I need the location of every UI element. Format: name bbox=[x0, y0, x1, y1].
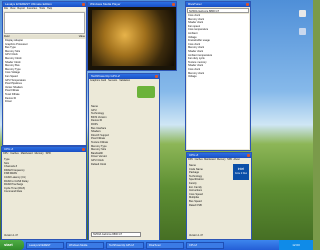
tab-caches[interactable]: Caches bbox=[195, 158, 203, 162]
window-title: Windows Media Player bbox=[90, 2, 121, 6]
header-value[interactable]: Value bbox=[79, 35, 85, 39]
taskbar-item[interactable]: CPU-Z bbox=[186, 241, 224, 249]
close-icon[interactable] bbox=[247, 154, 250, 157]
field-label: Rated FSB bbox=[189, 203, 202, 207]
gpuz-window: TechPowerUp GPU-Z Graphics Card Sensors … bbox=[88, 73, 160, 241]
taskbar: start Lavalys EVEREST Windows Media Tech… bbox=[0, 240, 313, 250]
video-display[interactable] bbox=[92, 10, 174, 66]
cpuz-cpu-tabs: CPU Caches Mainboard Memory SPD About bbox=[187, 158, 251, 162]
tab-cpu[interactable]: CPU bbox=[3, 152, 8, 156]
window-title: CPU-Z bbox=[4, 147, 14, 151]
close-icon[interactable] bbox=[172, 3, 175, 6]
cpuz-cpu-title-bar[interactable]: CPU-Z bbox=[187, 153, 251, 158]
gpuz-fields: Name GPU Technology BIOS Version Device ID RO… bbox=[89, 105, 159, 166]
tab-about[interactable]: About bbox=[234, 158, 240, 162]
rivatuner-title-bar[interactable]: RivaTuner bbox=[186, 2, 250, 7]
tab-spd[interactable]: SPD bbox=[46, 152, 51, 156]
rivatuner-header: NVIDIA GeForce 8800 GT bbox=[187, 8, 249, 13]
menu-help[interactable]: Help bbox=[47, 7, 52, 11]
everest-list: Display Adapter Graphics Processor Bus Typ… bbox=[4, 39, 85, 145]
gpuz-tabs: Graphics Card Sensors Validation bbox=[89, 79, 159, 83]
version-label: Version 1.47 bbox=[189, 234, 203, 237]
taskbar-item[interactable]: Windows Media bbox=[66, 241, 104, 249]
media-title-bar[interactable]: Windows Media Player bbox=[88, 2, 176, 7]
tab-graphics-card[interactable]: Graphics Card bbox=[90, 79, 106, 83]
window-title: TechPowerUp GPU-Z bbox=[91, 74, 120, 78]
system-tray-clock[interactable]: 12:00 bbox=[279, 240, 313, 250]
intel-logo: intel Core 2 Duo bbox=[233, 164, 249, 180]
desktop-icon[interactable] bbox=[299, 10, 306, 17]
everest-toolbar-area bbox=[4, 12, 85, 34]
tab-mainboard[interactable]: Mainboard bbox=[204, 158, 215, 162]
field-label: Default Clock bbox=[91, 162, 107, 166]
version-label: Version 1.47 bbox=[4, 234, 18, 237]
item-label: Voltage bbox=[188, 75, 197, 79]
close-icon[interactable] bbox=[82, 148, 85, 151]
desktop-icon[interactable] bbox=[299, 28, 306, 35]
close-icon[interactable] bbox=[82, 3, 85, 6]
field-row[interactable]: Command Rate bbox=[3, 190, 85, 194]
everest-window: Lavalys EVEREST Ultimate Edition File Vi… bbox=[2, 1, 87, 146]
taskbar-item[interactable]: RivaTuner bbox=[146, 241, 184, 249]
menu-favorites[interactable]: Favorites bbox=[27, 7, 37, 11]
close-icon[interactable] bbox=[246, 3, 249, 6]
gpuz-title-bar[interactable]: TechPowerUp GPU-Z bbox=[89, 74, 159, 79]
taskbar-item[interactable]: Lavalys EVEREST bbox=[26, 241, 64, 249]
brand-label: intel bbox=[237, 167, 245, 171]
tab-memory[interactable]: Memory bbox=[35, 152, 44, 156]
everest-title-bar[interactable]: Lavalys EVEREST Ultimate Edition bbox=[3, 2, 86, 7]
field-row[interactable]: Driver bbox=[4, 100, 85, 104]
field-label: Driver bbox=[5, 100, 12, 104]
tab-cpu[interactable]: CPU bbox=[188, 158, 193, 162]
media-player-window: Windows Media Player bbox=[87, 1, 177, 71]
rivatuner-list: Core clock Memory clock Shader clock Fan sp… bbox=[187, 14, 249, 149]
tab-mainboard[interactable]: Mainboard bbox=[21, 152, 33, 156]
field-label: Command Rate bbox=[4, 190, 23, 194]
rivatuner-window: RivaTuner NVIDIA GeForce 8800 GT Core cl… bbox=[185, 1, 251, 151]
memory-fields: Type Size Channels # DRAM Frequency FSB:DRAM… bbox=[2, 156, 86, 196]
window-title: Lavalys EVEREST Ultimate Edition bbox=[5, 2, 52, 6]
tab-caches[interactable]: Caches bbox=[10, 152, 18, 156]
menu-file[interactable]: File bbox=[4, 7, 8, 11]
tab-spd[interactable]: SPD bbox=[227, 158, 232, 162]
cpuz-cpu-window: CPU-Z CPU Caches Mainboard Memory SPD Ab… bbox=[186, 152, 252, 240]
nvidia-logo bbox=[137, 86, 155, 98]
taskbar-item[interactable]: TechPowerUp GPU-Z bbox=[106, 241, 144, 249]
menu-report[interactable]: Report bbox=[17, 7, 25, 11]
start-button[interactable]: start bbox=[0, 240, 24, 250]
window-title: CPU-Z bbox=[189, 153, 199, 157]
cpuz-memory-window: CPU-Z CPU Caches Mainboard Memory SPD Ty… bbox=[1, 146, 87, 240]
window-title: RivaTuner bbox=[188, 2, 202, 6]
cpu-fields: Name Code Name Package Technology Specificat… bbox=[187, 162, 233, 209]
close-icon[interactable] bbox=[155, 75, 158, 78]
field-row[interactable]: Default Clock bbox=[90, 163, 158, 167]
brand-sub-label: Core 2 Duo bbox=[234, 172, 248, 175]
tab-sensors[interactable]: Sensors bbox=[108, 79, 117, 83]
menu-bar: File View Report Favorites Tools Help bbox=[3, 7, 86, 11]
rivatuner-item[interactable]: Voltage bbox=[187, 75, 249, 79]
cpuz-mem-title-bar[interactable]: CPU-Z bbox=[2, 147, 86, 152]
card-select[interactable]: NVIDIA GeForce 8800 GT bbox=[91, 232, 141, 237]
tab-validation[interactable]: Validation bbox=[119, 79, 130, 83]
tab-memory[interactable]: Memory bbox=[217, 158, 226, 162]
menu-tools[interactable]: Tools bbox=[39, 7, 45, 11]
menu-view[interactable]: View bbox=[10, 7, 15, 11]
field-row[interactable]: Rated FSB bbox=[188, 204, 232, 208]
